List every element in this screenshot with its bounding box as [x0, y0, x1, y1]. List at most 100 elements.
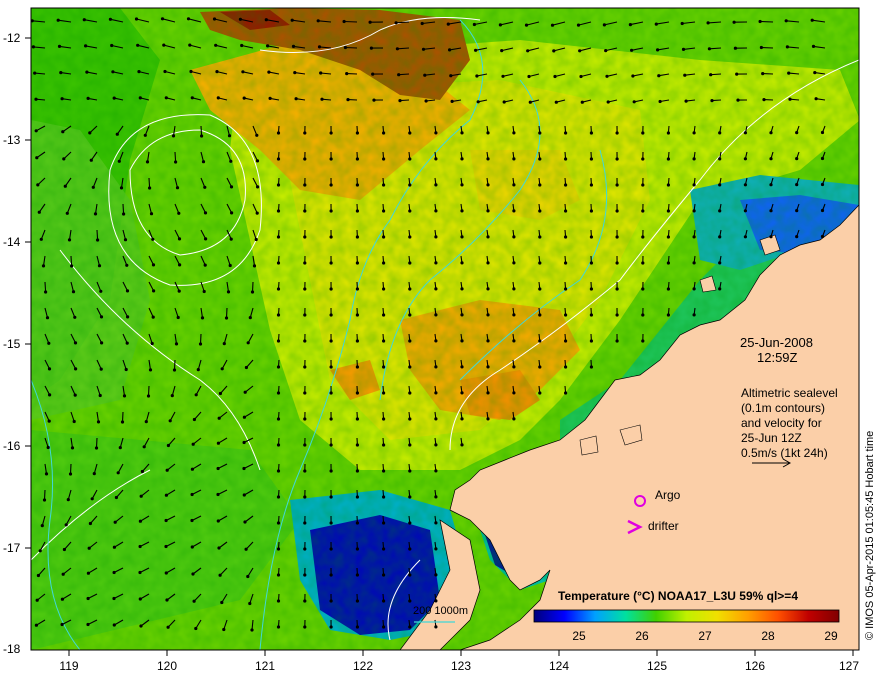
velocity-arrowhead [527, 74, 531, 79]
velocity-arrowhead [434, 495, 438, 499]
velocity-arrowhead [382, 131, 386, 135]
velocity-arrowhead [45, 316, 50, 320]
velocity-arrowhead [139, 494, 143, 498]
velocity-arrowhead [203, 263, 207, 267]
velocity-arrowhead [163, 69, 167, 74]
velocity-arrowhead [408, 287, 412, 291]
velocity-arrowhead [84, 44, 88, 48]
velocity-arrowhead [164, 544, 168, 549]
velocity-arrowhead [142, 445, 146, 449]
velocity-arrowhead [632, 100, 636, 104]
velocity-arrowhead [769, 131, 773, 135]
velocity-arrowhead [408, 521, 412, 525]
colorbar-tick: 26 [635, 629, 649, 643]
velocity-arrowhead [303, 495, 307, 499]
velocity-arrowhead [814, 97, 818, 101]
velocity-arrowhead [355, 547, 359, 551]
velocity-arrowhead [615, 183, 619, 187]
velocity-arrowhead [191, 442, 195, 446]
velocity-arrowhead [554, 100, 558, 104]
velocity-arrowhead [242, 466, 246, 471]
lat-label: -18 [3, 642, 21, 656]
velocity-arrowhead [346, 98, 350, 102]
velocity-arrowhead [143, 133, 147, 137]
velocity-arrowhead [743, 157, 748, 161]
velocity-arrowhead [710, 99, 714, 103]
velocity-arrowhead [252, 264, 257, 268]
velocity-arrowhead [215, 70, 219, 74]
velocity-arrowhead [692, 131, 696, 135]
velocity-arrowhead [434, 443, 438, 447]
velocity-arrowhead [434, 417, 438, 421]
velocity-arrowhead [355, 599, 359, 603]
velocity-arrowhead [255, 133, 259, 137]
velocity-arrowhead [329, 495, 333, 499]
velocity-arrowhead [216, 492, 220, 497]
colorbar-tick: 28 [761, 629, 775, 643]
velocity-arrow [761, 46, 774, 49]
velocity-arrowhead [138, 544, 142, 549]
velocity-arrowhead [329, 313, 333, 317]
velocity-arrowhead [217, 546, 221, 550]
altimetry-line-2: (0.1m contours) [741, 401, 826, 415]
velocity-arrowhead [372, 98, 376, 102]
velocity-arrowhead [486, 209, 490, 213]
velocity-arrowhead [151, 237, 155, 241]
velocity-arrowhead [382, 443, 386, 447]
velocity-arrowhead [564, 131, 568, 135]
velocity-arrowhead [355, 443, 359, 447]
velocity-arrowhead [114, 495, 118, 500]
velocity-arrowhead [89, 158, 93, 162]
velocity-arrowhead [486, 313, 490, 317]
velocity-arrowhead [267, 70, 271, 74]
velocity-arrowhead [382, 157, 386, 161]
velocity-arrowhead [172, 368, 177, 372]
velocity-arrowhead [512, 209, 516, 213]
velocity-arrowhead [345, 72, 349, 76]
velocity-arrowhead [564, 391, 568, 395]
velocity-arrowhead [666, 131, 671, 135]
velocity-arrowhead [86, 596, 90, 601]
velocity-arrowhead [550, 23, 555, 27]
velocity-arrowhead [355, 469, 359, 473]
lon-label: 120 [156, 659, 178, 673]
velocity-arrowhead [329, 469, 333, 473]
velocity-arrowhead [680, 21, 684, 26]
velocity-arrowhead [162, 43, 166, 47]
velocity-arrowhead [59, 71, 63, 75]
velocity-arrowhead [820, 182, 825, 187]
velocity-arrowhead [255, 159, 260, 163]
velocity-arrowhead [138, 519, 142, 523]
velocity-arrowhead [171, 134, 176, 138]
velocity-arrowhead [60, 622, 64, 627]
velocity-arrowhead [666, 209, 671, 213]
velocity-arrowhead [355, 313, 359, 317]
velocity-arrowhead [641, 339, 645, 343]
velocity-arrowhead [229, 237, 233, 241]
velocity-arrowhead [434, 209, 438, 213]
velocity-arrowhead [74, 367, 78, 371]
velocity-arrowhead [355, 625, 359, 629]
velocity-arrowhead [552, 49, 556, 53]
velocity-arrowhead [329, 391, 333, 395]
velocity-arrowhead [408, 391, 412, 395]
altimetry-line-1: Altimetric sealevel [741, 386, 838, 400]
velocity-arrowhead [144, 420, 148, 424]
velocity-arrowhead [408, 157, 412, 161]
velocity-arrowhead [175, 186, 180, 190]
velocity-arrowhead [96, 420, 101, 424]
velocity-arrowhead [408, 365, 412, 369]
velocity-arrowhead [579, 74, 583, 79]
velocity-arrowhead [606, 100, 610, 104]
velocity-arrowhead [434, 313, 438, 317]
velocity-arrowhead [759, 45, 764, 50]
velocity-arrowhead [276, 339, 281, 343]
velocity-arrowhead [460, 183, 464, 187]
lon-label: 122 [352, 659, 374, 673]
velocity-arrowhead [604, 49, 608, 53]
lat-label: -15 [3, 337, 21, 351]
velocity-arrowhead [785, 45, 790, 49]
velocity-arrowhead [641, 183, 645, 187]
velocity-arrowhead [538, 235, 542, 239]
velocity-arrowhead [564, 183, 568, 187]
